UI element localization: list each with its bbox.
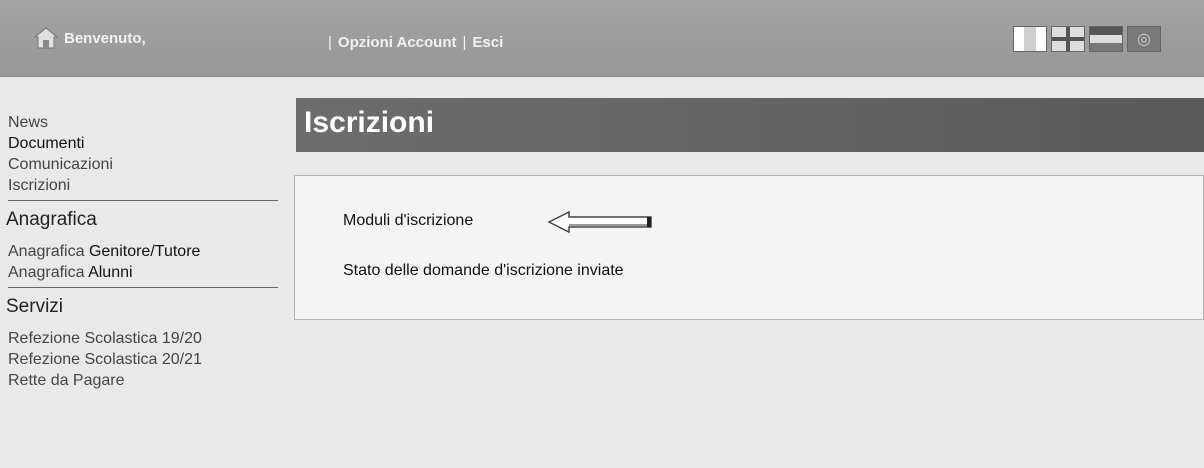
logout-link[interactable]: Esci xyxy=(472,34,503,51)
flag-other-icon[interactable]: ◎ xyxy=(1127,26,1161,52)
flag-uk-icon[interactable] xyxy=(1051,26,1085,52)
page-title: Iscrizioni xyxy=(304,106,435,139)
home-icon[interactable] xyxy=(34,27,58,49)
moduli-iscrizione-link[interactable]: Moduli d'iscrizione xyxy=(343,212,473,230)
flag-germany-icon[interactable] xyxy=(1089,26,1123,52)
sidebar-item-documenti[interactable]: Documenti xyxy=(0,133,282,154)
link-suffix: Genitore/Tutore xyxy=(88,243,201,260)
link-prefix: Anagrafica xyxy=(8,264,85,281)
sidebar-item-anagrafica-genitore[interactable]: Anagrafica Genitore/Tutore xyxy=(0,241,282,262)
sidebar-item-news[interactable]: News xyxy=(0,112,282,133)
link-suffix: Alunni xyxy=(88,264,133,281)
account-options-link[interactable]: Opzioni Account xyxy=(338,34,457,51)
sidebar-item-comunicazioni[interactable]: Comunicazioni xyxy=(0,154,282,175)
pointer-arrow-icon xyxy=(547,210,652,234)
link-prefix: Anagrafica xyxy=(8,243,85,260)
content-panel: Moduli d'iscrizione Stato delle domande … xyxy=(294,175,1204,320)
sidebar-item-rette-da-pagare[interactable]: Rette da Pagare xyxy=(0,370,282,391)
divider xyxy=(8,287,278,288)
stato-domande-link[interactable]: Stato delle domande d'iscrizione inviate xyxy=(343,262,624,280)
account-links: | Opzioni Account | Esci xyxy=(328,34,503,51)
welcome-text: Benvenuto, xyxy=(64,29,146,47)
section-heading-servizi: Servizi xyxy=(6,296,64,317)
top-bar: Benvenuto, | Opzioni Account | Esci ◎ xyxy=(0,0,1204,77)
sidebar: News Documenti Comunicazioni Iscrizioni … xyxy=(0,112,282,391)
sidebar-item-iscrizioni[interactable]: Iscrizioni xyxy=(0,175,282,196)
language-selector: ◎ xyxy=(1013,26,1161,52)
section-heading-anagrafica: Anagrafica xyxy=(6,209,97,230)
sidebar-item-anagrafica-alunni[interactable]: Anagrafica Alunni xyxy=(0,262,282,283)
home-area[interactable]: Benvenuto, xyxy=(34,26,146,50)
page-banner: Iscrizioni xyxy=(296,98,1204,152)
flag-italy-icon[interactable] xyxy=(1013,26,1047,52)
sidebar-item-refezione-19-20[interactable]: Refezione Scolastica 19/20 xyxy=(0,328,282,349)
separator: | xyxy=(462,34,467,51)
divider xyxy=(8,200,278,201)
sidebar-item-refezione-20-21[interactable]: Refezione Scolastica 20/21 xyxy=(0,349,282,370)
separator: | xyxy=(328,34,332,51)
